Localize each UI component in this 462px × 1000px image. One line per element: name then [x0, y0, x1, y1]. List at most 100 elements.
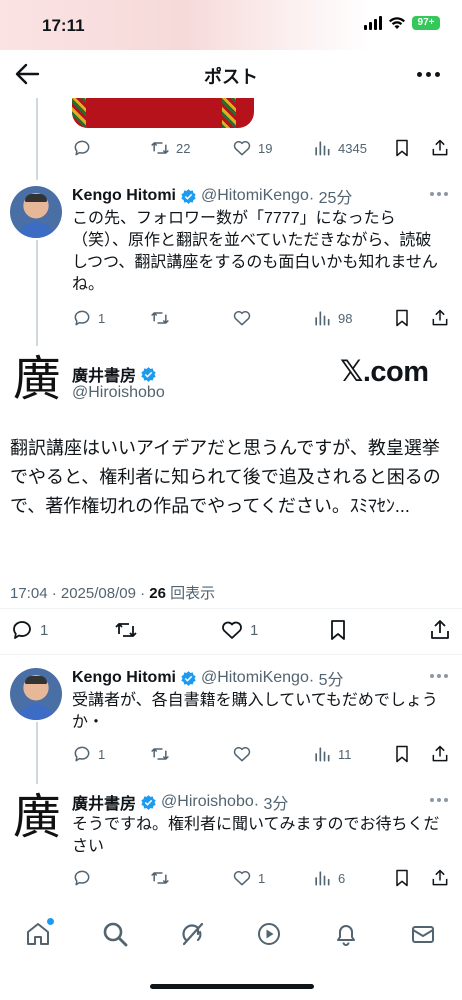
main-tweet-text: 翻訳講座はいいアイデアだと思うんですが、教皇選挙でやると、権利者に知られて後で追…: [10, 438, 441, 516]
retweet-button[interactable]: [114, 618, 144, 642]
share-icon: [432, 139, 448, 156]
reply-button[interactable]: 1: [72, 744, 105, 764]
bell-icon: [337, 925, 355, 946]
divider: [0, 608, 462, 609]
thread-line: [36, 240, 38, 346]
like-button[interactable]: 19: [232, 138, 272, 158]
author-handle[interactable]: @HitomiKengo: [201, 187, 309, 205]
retweet-button[interactable]: [150, 868, 176, 888]
bookmark-button[interactable]: [392, 308, 412, 328]
retweet-icon: [151, 312, 169, 324]
bookmark-button[interactable]: [392, 868, 412, 888]
wifi-icon: [389, 17, 405, 29]
tweet-more-icon[interactable]: [430, 192, 448, 196]
retweet-icon: [151, 872, 169, 884]
tweet-time: · 25分: [308, 190, 353, 207]
retweet-button[interactable]: 22: [150, 138, 190, 158]
author-handle[interactable]: @Hiroishobo: [161, 793, 254, 811]
heart-icon: [233, 141, 251, 156]
reply-icon: [74, 746, 90, 762]
views-button[interactable]: 98: [312, 308, 352, 328]
author-handle[interactable]: @HitomiKengo: [201, 669, 309, 687]
bookmark-button[interactable]: [392, 138, 412, 158]
top-nav: ポスト: [0, 50, 462, 98]
tab-search[interactable]: [101, 920, 129, 948]
views-chart-icon: [315, 871, 330, 886]
retweet-icon: [151, 142, 169, 154]
home-indicator: [150, 984, 314, 989]
reply-icon: [74, 140, 90, 156]
main-tweet-actions: 1 1: [10, 618, 454, 646]
tweet-actions: 1 6: [72, 866, 452, 890]
views-button[interactable]: 11: [312, 744, 352, 764]
verified-badge-icon: [141, 366, 156, 382]
thread-line: [36, 98, 38, 180]
verified-badge-icon: [141, 794, 156, 810]
share-button[interactable]: [428, 618, 452, 642]
tab-notifications[interactable]: [332, 920, 360, 948]
like-button[interactable]: 1: [220, 618, 258, 642]
avatar[interactable]: [10, 668, 62, 720]
main-author-handle[interactable]: @Hiroishobo: [72, 384, 165, 402]
grok-icon: [182, 922, 204, 946]
heart-icon: [233, 871, 251, 886]
thread-line: [36, 722, 38, 784]
status-bar: 17:11 97+: [0, 0, 462, 50]
video-play-icon: [258, 923, 280, 945]
author-name[interactable]: 廣井書房: [72, 790, 136, 814]
heart-icon: [222, 621, 242, 639]
tab-video[interactable]: [255, 920, 283, 948]
retweet-button[interactable]: [150, 308, 176, 328]
heart-icon: [233, 747, 251, 762]
tab-messages[interactable]: [409, 920, 437, 948]
reply-button[interactable]: 1: [72, 308, 105, 328]
share-button[interactable]: [430, 308, 450, 328]
share-icon: [432, 869, 448, 886]
tab-grok[interactable]: [178, 920, 206, 948]
avatar[interactable]: 廣: [10, 352, 64, 406]
reply-button[interactable]: [72, 868, 98, 888]
divider: [0, 654, 462, 655]
tweet-more-icon[interactable]: [430, 798, 448, 802]
like-button[interactable]: [232, 308, 258, 328]
more-options-icon[interactable]: [417, 72, 440, 77]
bookmark-button[interactable]: [326, 618, 350, 642]
bookmark-icon: [396, 309, 408, 327]
status-time: 17:11: [42, 16, 85, 35]
cellular-signal-icon: [364, 16, 382, 30]
search-icon: [103, 922, 128, 947]
author-name[interactable]: Kengo Hitomi: [72, 669, 176, 687]
bookmark-button[interactable]: [392, 744, 412, 764]
avatar[interactable]: 廣: [10, 790, 64, 844]
page-title: ポスト: [204, 67, 258, 87]
verified-badge-icon: [181, 188, 196, 204]
bookmark-icon: [396, 745, 408, 763]
tweet-time: · 3分: [253, 796, 289, 813]
reply-button[interactable]: [72, 138, 98, 158]
tweet-text: 受講者が、各自書籍を購入していてもだめでしょうか・: [72, 692, 438, 731]
share-button[interactable]: [430, 138, 450, 158]
tab-home[interactable]: [24, 918, 54, 948]
avatar[interactable]: [10, 186, 62, 238]
views-button[interactable]: 6: [312, 868, 345, 888]
share-button[interactable]: [430, 868, 450, 888]
retweet-button[interactable]: [150, 744, 176, 764]
tweet-more-icon[interactable]: [430, 674, 448, 678]
bottom-tab-bar: [0, 910, 462, 960]
tweet-header: Kengo Hitomi @HitomiKengo · 5分: [72, 666, 344, 690]
share-button[interactable]: [430, 744, 450, 764]
tweet-image[interactable]: [72, 98, 254, 128]
bookmark-icon: [331, 620, 345, 640]
battery-indicator: 97+: [412, 16, 440, 30]
tweet-actions: 1 98: [72, 306, 452, 330]
author-name[interactable]: Kengo Hitomi: [72, 187, 176, 205]
retweet-icon: [115, 623, 137, 637]
like-button[interactable]: 1: [232, 868, 265, 888]
verified-badge-icon: [181, 670, 196, 686]
like-button[interactable]: [232, 744, 258, 764]
views-chart-icon: [315, 311, 330, 326]
reply-button[interactable]: 1: [10, 618, 48, 642]
tweet-time: · 5分: [308, 672, 344, 689]
views-button[interactable]: 4345: [312, 138, 367, 158]
main-author-name[interactable]: 廣井書房: [72, 362, 157, 386]
